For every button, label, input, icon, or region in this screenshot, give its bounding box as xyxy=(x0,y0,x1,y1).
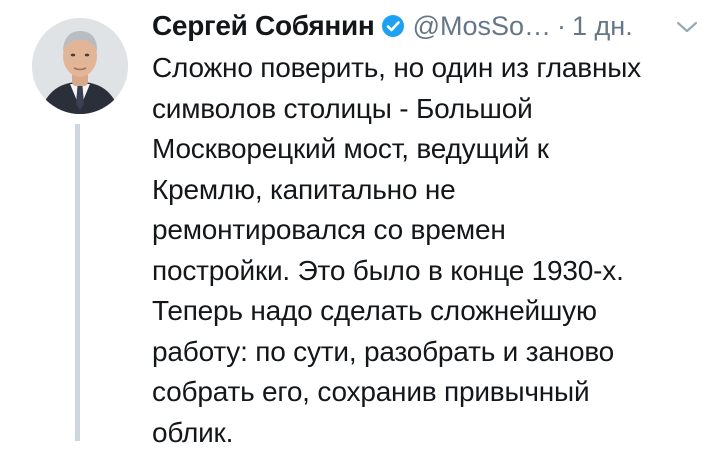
tweet-text: Сложно поверить, но один из главных симв… xyxy=(152,48,702,453)
tweet-text-line: Кремлю, капитально не xyxy=(152,170,702,211)
tweet-text-line: облик. xyxy=(152,413,702,453)
user-avatar-portrait-icon xyxy=(32,18,128,114)
author-handle[interactable]: @MosSo… xyxy=(413,11,551,42)
tweet-text-line: ремонтировался со времен xyxy=(152,210,702,251)
separator-dot: · xyxy=(557,11,566,42)
tweet-text-line: символов столицы - Большой xyxy=(152,89,702,130)
tweet-text-line: постройки. Это было в конце 1930-х. xyxy=(152,251,702,292)
tweet-text-line: Москворецкий мост, ведущий к xyxy=(152,129,702,170)
tweet-text-line: собрать его, сохранив привычный xyxy=(152,372,702,413)
chevron-down-icon[interactable] xyxy=(676,20,698,34)
author-name[interactable]: Сергей Собянин xyxy=(152,10,375,42)
thread-line xyxy=(75,124,80,441)
tweet[interactable]: Сергей Собянин @MosSo… · 1 дн. Сложно по… xyxy=(0,0,720,441)
timestamp[interactable]: 1 дн. xyxy=(572,11,633,42)
tweet-text-line: Теперь надо сделать сложнейшую xyxy=(152,291,702,332)
tweet-header: Сергей Собянин @MosSo… · 1 дн. xyxy=(152,6,633,46)
tweet-text-line: работу: по сути, разобрать и заново xyxy=(152,332,702,373)
avatar[interactable] xyxy=(32,18,128,114)
verified-badge-icon xyxy=(381,14,405,38)
tweet-text-line: Сложно поверить, но один из главных xyxy=(152,48,702,89)
